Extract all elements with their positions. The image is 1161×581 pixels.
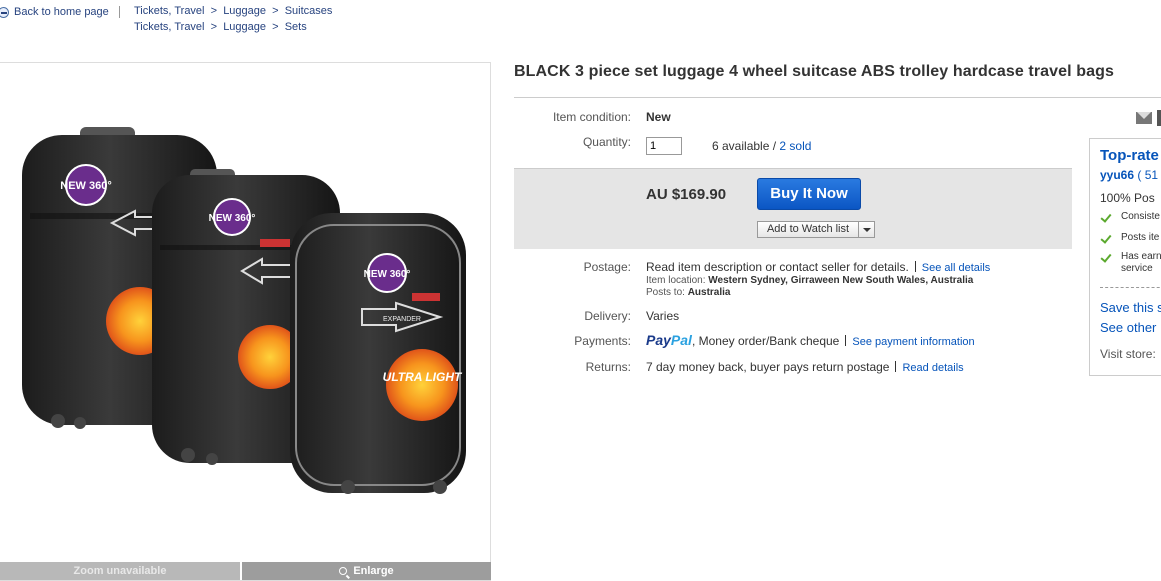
- small-suitcase: NEW 360° EXPANDER ULTRA LIGHT: [290, 213, 466, 494]
- seller-perk: Consiste: [1121, 211, 1160, 222]
- back-arrow-icon: [0, 6, 9, 18]
- quantity-label: Quantity:: [582, 135, 631, 149]
- location-label: Item location:: [646, 275, 706, 286]
- enlarge-button[interactable]: Enlarge: [242, 562, 491, 580]
- divider: [895, 361, 897, 372]
- seller-perk: Has earn: [1121, 251, 1161, 262]
- breadcrumb-link[interactable]: Luggage: [223, 21, 266, 33]
- watch-list-label[interactable]: Add to Watch list: [758, 222, 859, 237]
- payments-label: Payments:: [574, 334, 631, 348]
- item-location: Item location: Western Sydney, Girraween…: [646, 275, 973, 286]
- breadcrumb-separator: [119, 6, 120, 18]
- see-payment-information-link[interactable]: See payment information: [852, 336, 974, 348]
- posts-to-label: Posts to:: [646, 287, 685, 298]
- seller-perk: service: [1121, 263, 1153, 274]
- back-to-home[interactable]: Back to home page: [0, 4, 109, 20]
- condition-label: Item condition:: [552, 110, 631, 124]
- sticker-label: NEW 360°: [209, 213, 256, 224]
- quantity-input[interactable]: [646, 137, 682, 155]
- check-icon: [1101, 234, 1110, 243]
- top-rated-badge[interactable]: Top-rate: [1100, 147, 1159, 164]
- postage-info: Read item description or contact seller …: [646, 260, 990, 274]
- sold-link[interactable]: 2 sold: [779, 139, 811, 153]
- magnifier-icon: [339, 567, 348, 575]
- postage-text: Read item description or contact seller …: [646, 260, 909, 274]
- expander-label: EXPANDER: [383, 316, 421, 323]
- image-toolbar: Zoom unavailable Enlarge: [0, 562, 491, 580]
- seller-info-box: Top-rate yyu66 ( 51 100% Pos Consiste Po…: [1089, 138, 1161, 376]
- price: AU $169.90: [646, 186, 727, 203]
- payments-info: PayPal, Money order/Bank cheque See payme…: [646, 332, 975, 348]
- product-image[interactable]: NEW 360° NEW 360° NEW 360° EXPANDER ULTR…: [0, 63, 491, 564]
- save-seller-link[interactable]: Save this s: [1100, 300, 1161, 315]
- available-text: 6 available /: [712, 139, 777, 153]
- breadcrumb-link[interactable]: Tickets, Travel: [134, 21, 205, 33]
- see-other-items-link[interactable]: See other: [1100, 320, 1156, 335]
- divider: [845, 335, 847, 346]
- add-to-watch-list-button[interactable]: Add to Watch list: [757, 221, 875, 238]
- enlarge-label: Enlarge: [353, 565, 394, 577]
- breadcrumb-link[interactable]: Suitcases: [285, 5, 333, 17]
- back-to-home-link[interactable]: Back to home page: [14, 6, 109, 18]
- postage-label: Postage:: [583, 260, 631, 274]
- payments-text: , Money order/Bank cheque: [691, 334, 840, 348]
- breadcrumb-link[interactable]: Luggage: [223, 5, 266, 17]
- check-icon: [1101, 253, 1110, 262]
- title-divider: [514, 97, 1161, 98]
- breadcrumb: Tickets, Travel > Luggage > Sets: [134, 21, 307, 33]
- ultra-label: ULTRA LIGHT: [383, 370, 463, 384]
- email-icon[interactable]: [1136, 112, 1152, 124]
- seller-feedback[interactable]: ( 51: [1134, 168, 1158, 182]
- returns-text: 7 day money back, buyer pays return post…: [646, 360, 890, 374]
- posts-to: Posts to: Australia: [646, 287, 730, 298]
- chevron-down-icon[interactable]: [859, 222, 874, 237]
- print-icon[interactable]: [1157, 110, 1161, 126]
- paypal-logo: PayPal: [646, 332, 692, 348]
- breadcrumb: Tickets, Travel > Luggage > Suitcases: [134, 5, 332, 17]
- sticker-label: NEW 360°: [60, 180, 111, 192]
- posts-to-value: Australia: [687, 287, 731, 298]
- read-details-link[interactable]: Read details: [902, 362, 963, 374]
- product-image-panel: NEW 360° NEW 360° NEW 360° EXPANDER ULTR…: [0, 62, 491, 581]
- sticker-label: NEW 360°: [364, 269, 411, 280]
- see-all-details-link[interactable]: See all details: [922, 262, 991, 274]
- seller-name: yyu66 ( 51: [1100, 168, 1158, 182]
- delivery-label: Delivery:: [584, 309, 631, 323]
- location-value: Western Sydney, Girraween New South Wale…: [708, 275, 974, 286]
- delivery-value: Varies: [646, 309, 680, 323]
- positive-feedback: 100% Pos: [1100, 191, 1155, 205]
- seller-perk: Posts ite: [1121, 232, 1160, 243]
- zoom-unavailable: Zoom unavailable: [0, 562, 240, 580]
- seller-username-link[interactable]: yyu66: [1100, 168, 1134, 182]
- buy-it-now-button[interactable]: Buy It Now: [757, 178, 861, 210]
- divider: [914, 261, 916, 272]
- breadcrumb-link[interactable]: Tickets, Travel: [134, 5, 205, 17]
- returns-info: 7 day money back, buyer pays return post…: [646, 360, 964, 374]
- dotted-divider: [1100, 287, 1161, 288]
- item-title: BLACK 3 piece set luggage 4 wheel suitca…: [514, 63, 1115, 80]
- condition-value: New: [646, 110, 671, 124]
- breadcrumb-link[interactable]: Sets: [285, 21, 307, 33]
- check-icon: [1101, 213, 1110, 222]
- availability: 6 available / 2 sold: [712, 139, 811, 153]
- visit-store: Visit store:: [1100, 347, 1156, 361]
- returns-label: Returns:: [585, 360, 631, 374]
